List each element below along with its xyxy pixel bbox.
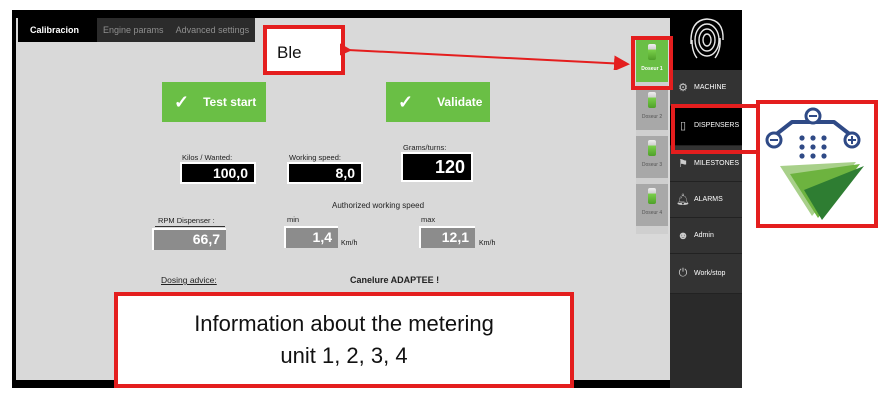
grams-label: Grams/turns: (403, 143, 447, 152)
dosing-advice-label: Dosing advice: (161, 275, 217, 285)
rpm-underline (155, 226, 225, 227)
dispenser-icon (648, 92, 656, 108)
sidebar-item-admin[interactable]: ☻ Admin (670, 218, 742, 254)
callout-arrow (340, 41, 630, 70)
flags-icon: ⚑ (678, 158, 688, 170)
sidebar-header (670, 10, 742, 70)
dosing-advice-value: Canelure ADAPTEE ! (350, 275, 440, 285)
logo-callout (756, 100, 878, 228)
dispenser-icon (648, 140, 656, 156)
test-start-label: Test start (203, 95, 257, 109)
min-unit: Km/h (341, 240, 358, 247)
dispenser-icon (648, 188, 656, 204)
check-icon: ✓ (398, 91, 414, 112)
sidebar-item-label: MACHINE (694, 84, 727, 91)
max-label: max (421, 215, 436, 224)
ble-callout-text: Ble (277, 43, 302, 62)
max-unit: Km/h (479, 240, 496, 247)
kilos-label: Kilos / Wanted: (182, 153, 233, 162)
fingerprint-icon (690, 18, 724, 59)
info-callout-text: Information about the metering unit 1, 2… (194, 311, 494, 368)
sidebar-item-work-stop[interactable]: ⏻ Work/stop (670, 254, 742, 294)
user-icon: ☻ (677, 229, 689, 242)
validate-label: Validate (437, 95, 483, 109)
min-speed-field[interactable]: 1,4 (284, 226, 338, 248)
authorized-speed-title: Authorized working speed (332, 201, 425, 210)
doser-label: Doseur 2 (641, 114, 663, 120)
power-icon: ⏻ (678, 267, 688, 279)
doser-3-button[interactable]: Doseur 3 (636, 136, 668, 178)
dispensers-highlight (671, 104, 767, 154)
tab-advanced-settings[interactable]: Advanced settings (170, 18, 256, 42)
ble-callout: Ble (263, 25, 345, 75)
doser-4-button[interactable]: Doseur 4 (636, 184, 668, 226)
tab-calibracion[interactable]: Calibracion (18, 18, 98, 42)
doser-2-button[interactable]: Doseur 2 (636, 88, 668, 130)
bell-icon: 🔔︎ (676, 194, 690, 206)
metering-logo-icon (765, 107, 864, 220)
sidebar-item-machine[interactable]: ⚙ MACHINE (670, 70, 742, 106)
rpm-field: 66,7 (152, 228, 226, 250)
gear-icon: ⚙ (678, 82, 688, 94)
tab-engine-params[interactable]: Engine params (97, 18, 170, 42)
sidebar-item-label: ALARMS (694, 196, 723, 203)
check-icon: ✓ (174, 91, 190, 112)
max-speed-field[interactable]: 12,1 (419, 226, 475, 248)
validate-button[interactable]: ✓ Validate (386, 82, 490, 122)
doser-label: Doseur 4 (641, 210, 663, 216)
sidebar-item-alarms[interactable]: 🔔︎ ALARMS (670, 182, 742, 218)
doser-1-highlight (631, 36, 673, 90)
sidebar-item-label: Work/stop (694, 270, 726, 277)
tab-bar: Calibracion Engine params Advanced setti… (18, 18, 256, 42)
working-speed-field[interactable]: 8,0 (287, 162, 363, 184)
doser-label: Doseur 3 (641, 162, 663, 168)
working-speed-label: Working speed: (289, 153, 341, 162)
test-start-button[interactable]: ✓ Test start (162, 82, 266, 122)
sidebar-item-label: Admin (694, 232, 714, 239)
sidebar-item-label: MILESTONES (694, 160, 739, 167)
grams-field[interactable]: 120 (401, 152, 473, 182)
info-callout: Information about the metering unit 1, 2… (114, 292, 574, 388)
min-label: min (287, 215, 300, 224)
rpm-label: RPM Dispenser : (158, 216, 215, 225)
kilos-field[interactable]: 100,0 (180, 162, 256, 184)
